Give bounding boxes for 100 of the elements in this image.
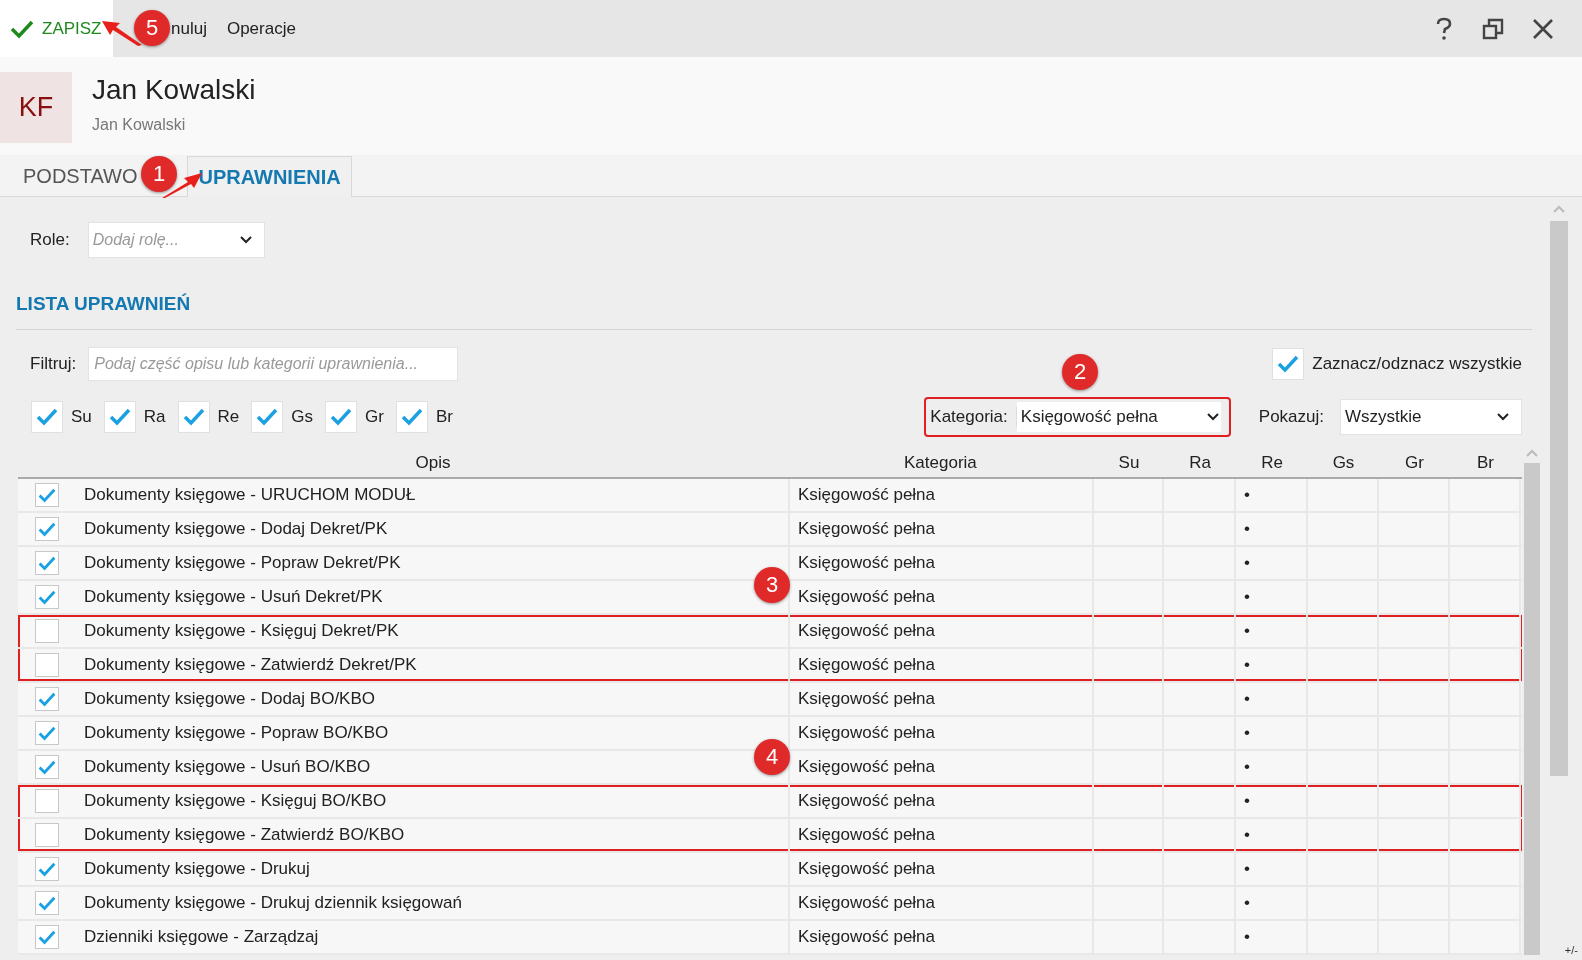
column-header: Gs — [1331, 453, 1356, 473]
table-cell: Księgowość pełna — [798, 519, 936, 539]
chevron-down-icon — [239, 236, 252, 244]
table-cell: • — [1244, 723, 1250, 743]
category-filter[interactable]: Kategoria: Księgowość pełna — [924, 397, 1231, 437]
checkbox[interactable] — [35, 891, 59, 915]
table-cell: Dokumenty księgowe - Popraw BO/KBO — [84, 723, 389, 743]
table-row[interactable]: Dokumenty księgowe - Księguj Dekret/PK Księgowość pełna • — [18, 615, 1522, 649]
table-cell: • — [1244, 825, 1250, 845]
checkbox[interactable] — [395, 401, 428, 433]
checkbox[interactable] — [31, 401, 63, 433]
table-cell: Księgowość pełna — [798, 893, 936, 913]
show-dropdown[interactable]: Wszystkie — [1340, 399, 1522, 435]
annotation-badge: 2 — [1062, 354, 1098, 390]
table-row[interactable]: Dzienniki księgowe - Zarządzaj Księgowość pełna • — [18, 921, 1522, 955]
table-row[interactable]: Dokumenty księgowe - Dodaj BO/KBO Księgowość pełna • — [18, 683, 1522, 717]
checkbox[interactable] — [35, 687, 59, 711]
table-cell: • — [1244, 519, 1250, 539]
checkbox[interactable] — [35, 517, 59, 541]
chevron-down-icon — [1206, 413, 1219, 421]
tab[interactable]: UPRAWNIENIA — [187, 156, 352, 197]
flag-label: Gs — [291, 407, 313, 427]
checkbox[interactable] — [35, 755, 59, 779]
flag-label: Re — [217, 407, 240, 427]
column-header: Su — [1117, 453, 1141, 473]
checkbox[interactable] — [35, 483, 59, 507]
checkbox[interactable] — [1272, 348, 1305, 380]
table-row[interactable]: Dokumenty księgowe - Dodaj Dekret/PK Księgowość pełna • — [18, 513, 1522, 547]
table-cell: Dokumenty księgowe - Zatwierdź Dekret/PK — [84, 655, 417, 675]
help-icon[interactable] — [1434, 16, 1454, 41]
flag-label: Gr — [365, 407, 384, 427]
table-cell: Dokumenty księgowe - Usuń BO/KBO — [84, 757, 371, 777]
table-row[interactable]: Dokumenty księgowe - Zatwierdź BO/KBO Księgowość pełna • — [18, 819, 1522, 853]
checkbox[interactable] — [251, 401, 284, 433]
scroll-up-icon[interactable] — [1553, 205, 1565, 213]
scroll-up-icon[interactable] — [1526, 449, 1538, 457]
table-cell: Dokumenty księgowe - Dodaj BO/KBO — [84, 689, 375, 709]
column-header: Br — [1476, 453, 1495, 473]
table-cell: Dzienniki księgowe - Zarządzaj — [84, 927, 319, 947]
table-cell: Dokumenty księgowe - Popraw Dekret/PK — [84, 553, 401, 573]
checkbox[interactable] — [35, 551, 59, 575]
checkbox[interactable] — [103, 401, 136, 433]
section-title: LISTA UPRAWNIEŃ — [16, 293, 192, 315]
checkbox[interactable] — [35, 653, 59, 677]
save-button[interactable]: ZAPISZ — [0, 0, 113, 57]
table-cell: • — [1244, 587, 1250, 607]
table-cell: Księgowość pełna — [798, 927, 936, 947]
tab[interactable]: PODSTAWO — [12, 156, 139, 196]
flag-label: Br — [435, 407, 453, 427]
table-cell: • — [1244, 553, 1250, 573]
checkbox[interactable] — [35, 857, 59, 881]
table-cell: Księgowość pełna — [798, 485, 936, 505]
checkbox[interactable] — [35, 823, 59, 847]
scrollbar[interactable] — [1524, 449, 1540, 955]
checkbox[interactable] — [35, 925, 59, 949]
table-cell: Dokumenty księgowe - Drukuj dziennik księgowań — [84, 893, 462, 913]
initials-avatar: KF — [0, 72, 72, 143]
checkbox[interactable] — [325, 401, 357, 433]
table-cell: • — [1244, 791, 1250, 811]
checkbox[interactable] — [35, 721, 59, 745]
table-cell: Księgowość pełna — [798, 689, 936, 709]
table-cell: • — [1244, 689, 1250, 709]
table-cell: • — [1244, 485, 1250, 505]
table-cell: Dokumenty księgowe - Dodaj Dekret/PK — [84, 519, 388, 539]
column-header: Ra — [1188, 453, 1212, 473]
table-cell: • — [1244, 757, 1250, 777]
table-cell: • — [1244, 927, 1250, 947]
close-icon[interactable] — [1532, 17, 1554, 40]
table-cell: Księgowość pełna — [798, 587, 936, 607]
checkbox[interactable] — [35, 619, 59, 643]
column-header: Kategoria — [903, 453, 978, 473]
table-row[interactable]: Dokumenty księgowe - Zatwierdź Dekret/PK Księgowość pełna • — [18, 649, 1522, 683]
column-header: Opis — [414, 453, 452, 473]
table-cell: Księgowość pełna — [798, 723, 936, 743]
table-cell: Księgowość pełna — [798, 553, 936, 573]
cancel-button[interactable]: nuluj — [171, 18, 217, 39]
table-cell: Dokumenty księgowe - Księguj Dekret/PK — [84, 621, 399, 641]
show-label: Pokazuj: — [1258, 407, 1324, 427]
table-cell: • — [1244, 893, 1250, 913]
table-row[interactable]: Dokumenty księgowe - Drukuj Księgowość pełna • — [18, 853, 1522, 887]
table-cell: Dokumenty księgowe - Usuń Dekret/PK — [84, 587, 383, 607]
role-label: Role: — [30, 230, 70, 250]
filter-label: Filtruj: — [30, 354, 77, 374]
table-row[interactable]: Dokumenty księgowe - URUCHOM MODUŁ Księgowość pełna • — [18, 479, 1522, 513]
table-cell: Księgowość pełna — [798, 825, 936, 845]
table-cell: • — [1244, 655, 1250, 675]
restore-window-icon[interactable] — [1482, 17, 1504, 40]
table-cell: Dokumenty księgowe - Księguj BO/KBO — [84, 791, 387, 811]
table-cell: Księgowość pełna — [798, 859, 936, 879]
filter-field[interactable]: Podaj część opisu lub kategorii uprawnienia... — [88, 347, 459, 381]
table-cell: Dokumenty księgowe - Drukuj — [84, 859, 310, 879]
table-cell: Księgowość pełna — [798, 655, 936, 675]
column-header: Gr — [1404, 453, 1425, 473]
operations-menu[interactable]: Operacje — [216, 18, 306, 39]
table-row[interactable]: Dokumenty księgowe - Drukuj dziennik księgowań Księgowość pełna • — [18, 887, 1522, 921]
table-cell: Księgowość pełna — [798, 791, 936, 811]
checkbox[interactable] — [35, 585, 59, 609]
table-row[interactable]: Dokumenty księgowe - Księguj BO/KBO Księgowość pełna • — [18, 785, 1522, 819]
checkbox[interactable] — [35, 789, 59, 813]
checkbox[interactable] — [177, 401, 210, 433]
